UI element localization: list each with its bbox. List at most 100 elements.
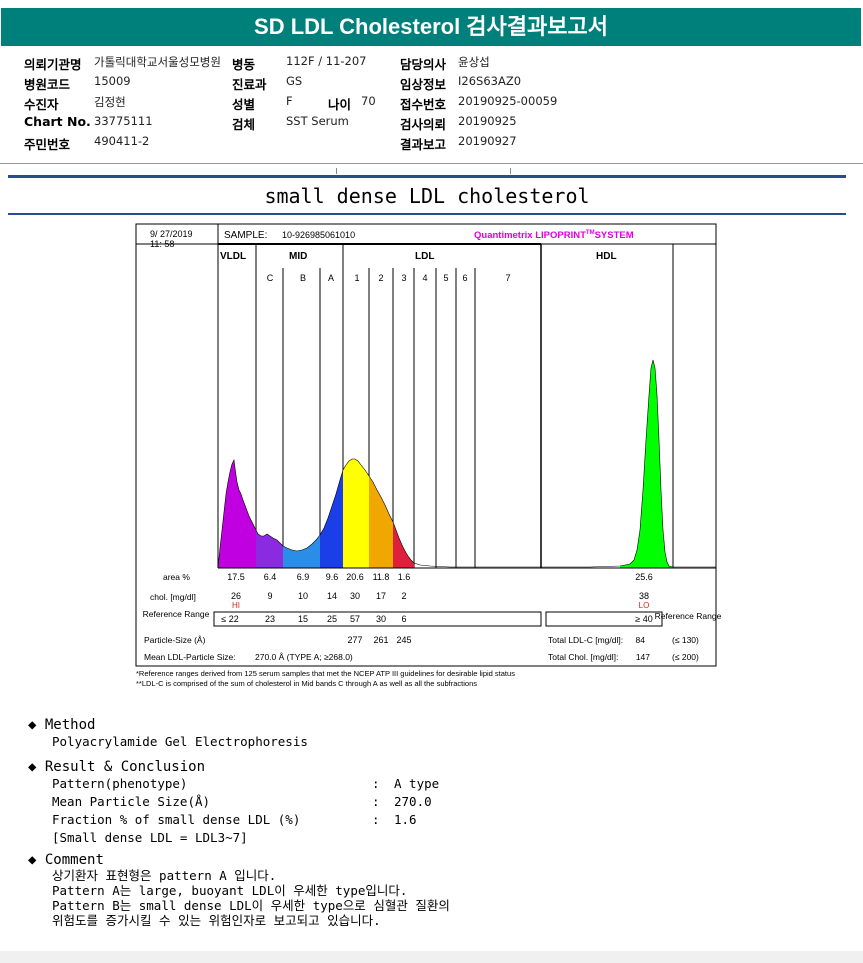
sample-id: 10-926985061010 <box>282 230 355 240</box>
group-label: MID <box>289 251 307 262</box>
band-label: 4 <box>422 273 427 283</box>
footnote: *Reference ranges derived from 125 serum… <box>136 669 515 678</box>
result-row: Pattern(phenotype): A type <box>52 775 552 793</box>
result-colon: : <box>372 812 380 827</box>
brand-logo: Quantimetrix LIPOPRINTTMSYSTEM <box>474 230 634 241</box>
comment-line: Pattern A는 large, buoyant LDL이 우세한 type입… <box>52 883 408 898</box>
label-requesting-institution: 의뢰기관명 <box>24 57 82 72</box>
info-row: 주민번호 490411-2 결과보고 20190927 <box>24 134 844 152</box>
row-label-size: Particle-Size (Å) <box>144 635 206 645</box>
chol-value: 14 <box>327 591 337 601</box>
label-age: 나이 <box>328 97 352 112</box>
band-label: 2 <box>378 273 383 283</box>
chol-value: 30 <box>350 591 360 601</box>
value-accession-no: 20190925-00059 <box>458 94 558 108</box>
value-resident-no: 490411-2 <box>94 134 150 148</box>
band-label: B <box>300 273 306 283</box>
particle-size-value: 277 <box>347 635 362 645</box>
area-pct-value: 6.9 <box>297 572 310 582</box>
label-sex: 성별 <box>232 97 256 112</box>
value-hospital-code: 15009 <box>94 74 131 88</box>
group-label: LDL <box>415 251 434 262</box>
total-ldl-label: Total LDL-C [mg/dl]: <box>548 635 623 645</box>
bottom-bar <box>0 951 863 963</box>
chol-value: 38 <box>639 591 649 601</box>
group-label: VLDL <box>220 251 246 262</box>
sample-label: SAMPLE: <box>224 230 267 241</box>
label-clinical-info: 임상정보 <box>400 77 447 92</box>
ref-range-value: 30 <box>376 614 386 624</box>
divider-tick <box>336 168 337 174</box>
value-chart-no: 33775111 <box>94 114 153 128</box>
band-label: A <box>328 273 334 283</box>
label-report-date: 결과보고 <box>400 137 447 152</box>
row-label-area: area % <box>163 572 190 582</box>
method-title: Method <box>44 717 96 733</box>
method-section: ◆ Method Polyacrylamide Gel Electrophore… <box>28 717 308 751</box>
chol-value: 10 <box>298 591 308 601</box>
result-label: Pattern(phenotype) <box>52 776 188 791</box>
value-report-date: 20190927 <box>458 134 517 148</box>
ref-range-value: 57 <box>350 614 360 624</box>
band-label: 5 <box>443 273 448 283</box>
band-label: 3 <box>401 273 406 283</box>
label-hospital-code: 병원코드 <box>24 77 71 92</box>
method-text: Polyacrylamide Gel Electrophoresis <box>52 734 308 749</box>
band-label: 1 <box>354 273 359 283</box>
row-label-chol: chol. [mg/dl] <box>150 592 196 602</box>
footnote: **LDL-C is comprised of the sum of chole… <box>136 679 477 688</box>
chart-time: 11: 58 <box>150 239 174 249</box>
info-row: Chart No. 33775111 검체 SST Serum 검사의뢰 201… <box>24 114 844 132</box>
total-chol-ref: (≤ 200) <box>672 652 699 662</box>
result-colon: : <box>372 776 380 791</box>
info-row: 수진자 김정현 성별 F 나이 70 접수번호 20190925-00059 <box>24 94 844 112</box>
result-value: 270.0 <box>394 794 432 809</box>
result-note: [Small dense LDL = LDL3~7] <box>52 830 248 845</box>
row-label-mean: Mean LDL-Particle Size: <box>144 652 236 662</box>
label-accession-no: 접수번호 <box>400 97 447 112</box>
label-ward: 병동 <box>232 57 256 72</box>
value-clinical-info: I26S63AZ0 <box>458 74 522 88</box>
divider-tick <box>510 168 511 174</box>
chol-value: 2 <box>401 591 406 601</box>
area-pct-value: 17.5 <box>227 572 245 582</box>
diamond-bullet-icon: ◆ <box>28 717 37 733</box>
result-table: Pattern(phenotype): A type Mean Particle … <box>52 775 552 847</box>
value-sex: F <box>286 94 293 108</box>
total-chol-label: Total Chol. [mg/dl]: <box>548 652 618 662</box>
row-label-ref-right: Reference Range <box>655 611 722 621</box>
label-specimen: 검체 <box>232 117 256 132</box>
comment-heading: ◆ Comment <box>28 852 450 868</box>
label-doctor: 담당의사 <box>400 57 447 72</box>
label-patient: 수진자 <box>24 97 59 112</box>
value-department: GS <box>286 74 303 88</box>
curve-segment <box>343 459 369 568</box>
info-row: 의뢰기관명 가톨릭대학교서울성모병원 병동 112F / 11-207 담당의사… <box>24 54 844 72</box>
result-label: Fraction % of small dense LDL (%) <box>52 812 301 827</box>
label-chart-no: Chart No. <box>24 114 91 129</box>
chart-frame <box>135 223 717 667</box>
chol-value: 9 <box>267 591 272 601</box>
result-title: Result & Conclusion <box>44 759 206 775</box>
value-doctor: 윤상섭 <box>458 55 490 69</box>
value-age: 70 <box>361 94 376 108</box>
result-colon: : <box>372 794 380 809</box>
result-row: Fraction % of small dense LDL (%):1.6 <box>52 811 552 829</box>
result-section: ◆ Result & Conclusion Pattern(phenotype)… <box>28 759 552 847</box>
flag-lo: LO <box>639 601 650 610</box>
area-pct-value: 11.8 <box>373 572 390 582</box>
patient-info: 의뢰기관명 가톨릭대학교서울성모병원 병동 112F / 11-207 담당의사… <box>24 54 844 154</box>
result-value: A type <box>394 776 440 791</box>
result-label: Mean Particle Size(Å) <box>52 794 211 809</box>
chol-value: 26 <box>231 591 241 601</box>
method-heading: ◆ Method <box>28 717 308 733</box>
divider <box>8 175 846 178</box>
ref-range-value: 6 <box>401 614 406 624</box>
total-ldl-ref: (≤ 130) <box>672 635 699 645</box>
total-ldl-value: 84 <box>636 635 646 645</box>
particle-size-value: 261 <box>373 635 388 645</box>
value-specimen: SST Serum <box>286 114 349 128</box>
section-title: small dense LDL cholesterol <box>264 184 590 208</box>
area-pct-value: 20.6 <box>346 572 364 582</box>
info-row: 병원코드 15009 진료과 GS 임상정보 I26S63AZ0 <box>24 74 844 92</box>
